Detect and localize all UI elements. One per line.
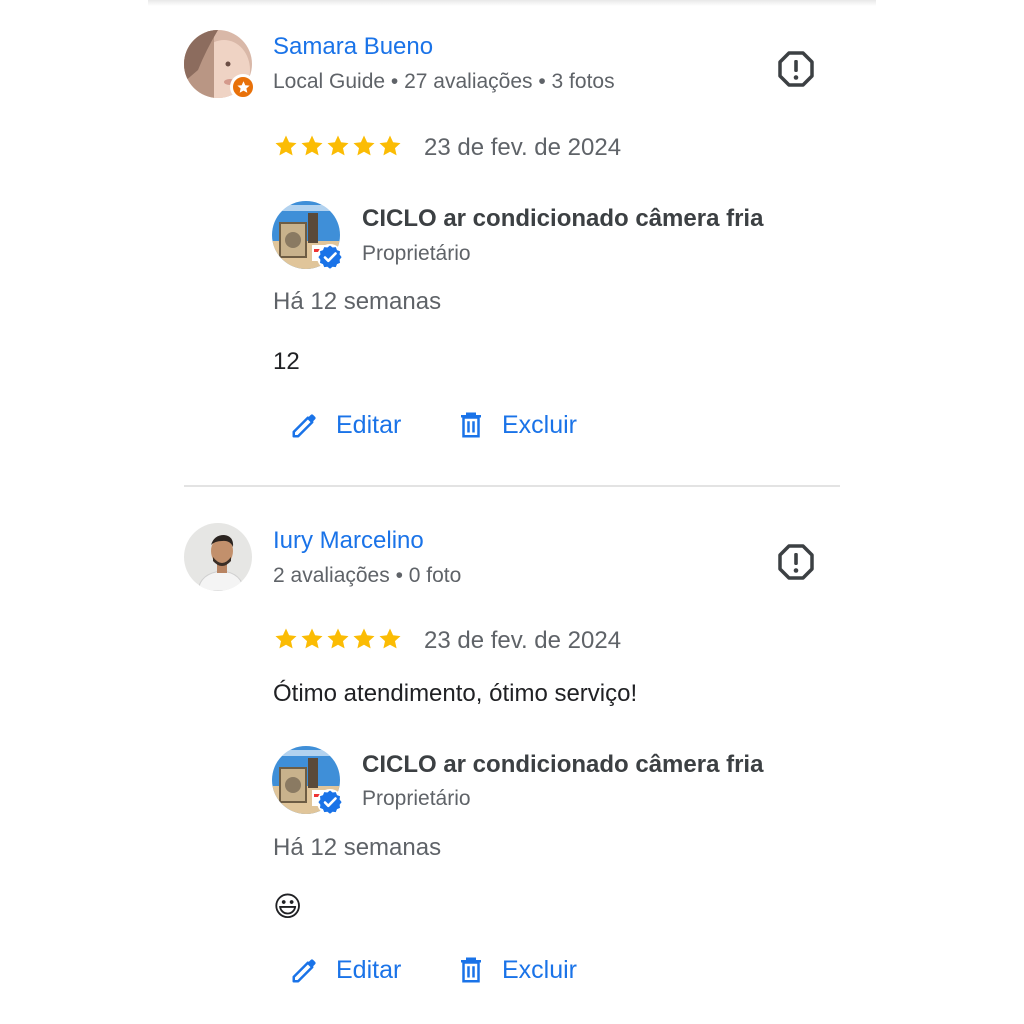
owner-avatar[interactable]	[272, 201, 343, 270]
reviewer-meta: 2 avaliações • 0 foto	[273, 564, 462, 587]
verified-check-icon	[317, 244, 343, 270]
reviewer-avatar[interactable]	[184, 30, 256, 100]
owner-role: Proprietário	[362, 787, 471, 810]
review-divider	[184, 485, 840, 487]
report-icon[interactable]	[776, 542, 816, 582]
rating-stars	[274, 627, 402, 651]
rating-stars	[274, 134, 402, 158]
star-icon	[327, 135, 349, 156]
reply-emoji: 😃	[273, 891, 303, 922]
star-icon	[275, 135, 297, 156]
edit-reply-button[interactable]: Editar	[290, 410, 401, 440]
verified-check-icon	[317, 789, 343, 815]
star-icon	[353, 135, 375, 156]
delete-reply-button[interactable]: Excluir	[456, 955, 577, 985]
reply-text: 12	[273, 348, 300, 375]
review-date: 23 de fev. de 2024	[424, 627, 622, 654]
delete-label: Excluir	[502, 410, 578, 439]
delete-label: Excluir	[502, 955, 578, 984]
owner-role: Proprietário	[362, 242, 471, 265]
delete-reply-button[interactable]: Excluir	[456, 410, 577, 440]
reviewer-name[interactable]: Iury Marcelino	[273, 527, 424, 555]
trash-icon	[461, 412, 481, 438]
star-icon	[327, 628, 349, 649]
star-icon	[301, 628, 323, 649]
review-text: Ótimo atendimento, ótimo serviço!	[273, 680, 638, 707]
reviewer-name[interactable]: Samara Bueno	[273, 33, 433, 61]
reviewer-photo	[184, 523, 252, 591]
star-icon	[379, 628, 401, 649]
owner-name: CICLO ar condicionado câmera fria	[362, 751, 764, 778]
pencil-icon	[292, 414, 316, 438]
report-icon[interactable]	[776, 49, 816, 89]
trash-icon	[461, 957, 481, 983]
edit-reply-button[interactable]: Editar	[290, 955, 401, 985]
top-shadow	[148, 0, 876, 6]
review-date: 23 de fev. de 2024	[424, 134, 622, 161]
star-icon	[379, 135, 401, 156]
star-icon	[353, 628, 375, 649]
reply-time: Há 12 semanas	[273, 288, 442, 315]
owner-avatar[interactable]	[272, 746, 343, 815]
local-guide-badge	[230, 74, 256, 100]
reply-time: Há 12 semanas	[273, 834, 442, 861]
reviewer-avatar[interactable]	[184, 523, 252, 591]
star-icon	[275, 628, 297, 649]
pencil-icon	[292, 959, 316, 983]
star-icon	[301, 135, 323, 156]
owner-name: CICLO ar condicionado câmera fria	[362, 205, 764, 232]
reviewer-meta: Local Guide • 27 avaliações • 3 fotos	[273, 70, 615, 93]
edit-label: Editar	[336, 955, 402, 984]
edit-label: Editar	[336, 410, 402, 439]
local-guide-star-icon	[236, 80, 250, 93]
